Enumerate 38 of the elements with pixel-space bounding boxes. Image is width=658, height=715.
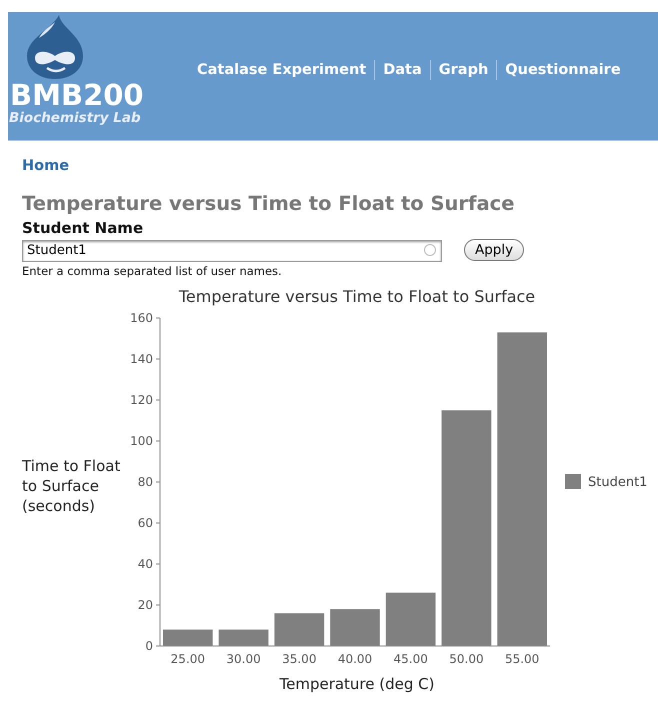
bar — [330, 609, 380, 646]
x-tick-label: 55.00 — [504, 652, 540, 666]
x-tick-label: 45.00 — [394, 652, 428, 666]
y-tick-label: 40 — [138, 557, 153, 571]
help-text: Enter a comma separated list of user names. — [22, 264, 283, 278]
student-name-field[interactable]: Student1 — [22, 240, 442, 262]
y-tick-label: 140 — [130, 352, 153, 366]
bar — [218, 630, 268, 646]
x-axis-title: Temperature (deg C) — [280, 675, 434, 693]
x-tick-label: 40.00 — [338, 652, 372, 666]
apply-button[interactable]: Apply — [464, 239, 524, 261]
y-tick-label: 120 — [130, 393, 153, 407]
legend-label: Student1 — [588, 475, 648, 490]
nav-link[interactable]: Questionnaire — [497, 62, 629, 78]
bar — [274, 613, 324, 646]
x-tick-label: 35.00 — [282, 652, 316, 666]
breadcrumb-link[interactable]: Home — [22, 158, 70, 174]
y-tick-label: 60 — [138, 516, 153, 530]
y-axis-title: Time to Float to Surface (seconds) — [22, 457, 120, 515]
field-label: Student Name — [22, 219, 144, 237]
drop-logo-icon[interactable] — [25, 14, 85, 80]
y-tick-label: 80 — [138, 475, 153, 489]
x-tick-label: 30.00 — [226, 652, 261, 666]
y-tick-label: 100 — [130, 434, 153, 448]
x-tick-label: 50.00 — [449, 652, 484, 666]
nav-link[interactable]: Graph — [430, 62, 496, 78]
nav-link[interactable]: Catalase Experiment — [193, 62, 374, 78]
chart-title: Temperature versus Time to Float to Surface — [178, 287, 536, 306]
site-name[interactable]: BMB200 — [10, 80, 144, 110]
y-tick-label: 160 — [130, 311, 153, 325]
nav-link[interactable]: Data — [375, 62, 430, 78]
page-title: Temperature versus Time to Float to Surface — [22, 192, 516, 215]
bar — [163, 630, 213, 646]
y-tick-label: 0 — [145, 639, 153, 653]
site-slogan: Biochemistry Lab — [9, 110, 141, 126]
x-tick-label: 25.00 — [170, 652, 206, 666]
y-tick-label: 20 — [138, 598, 153, 612]
bar — [386, 592, 436, 646]
